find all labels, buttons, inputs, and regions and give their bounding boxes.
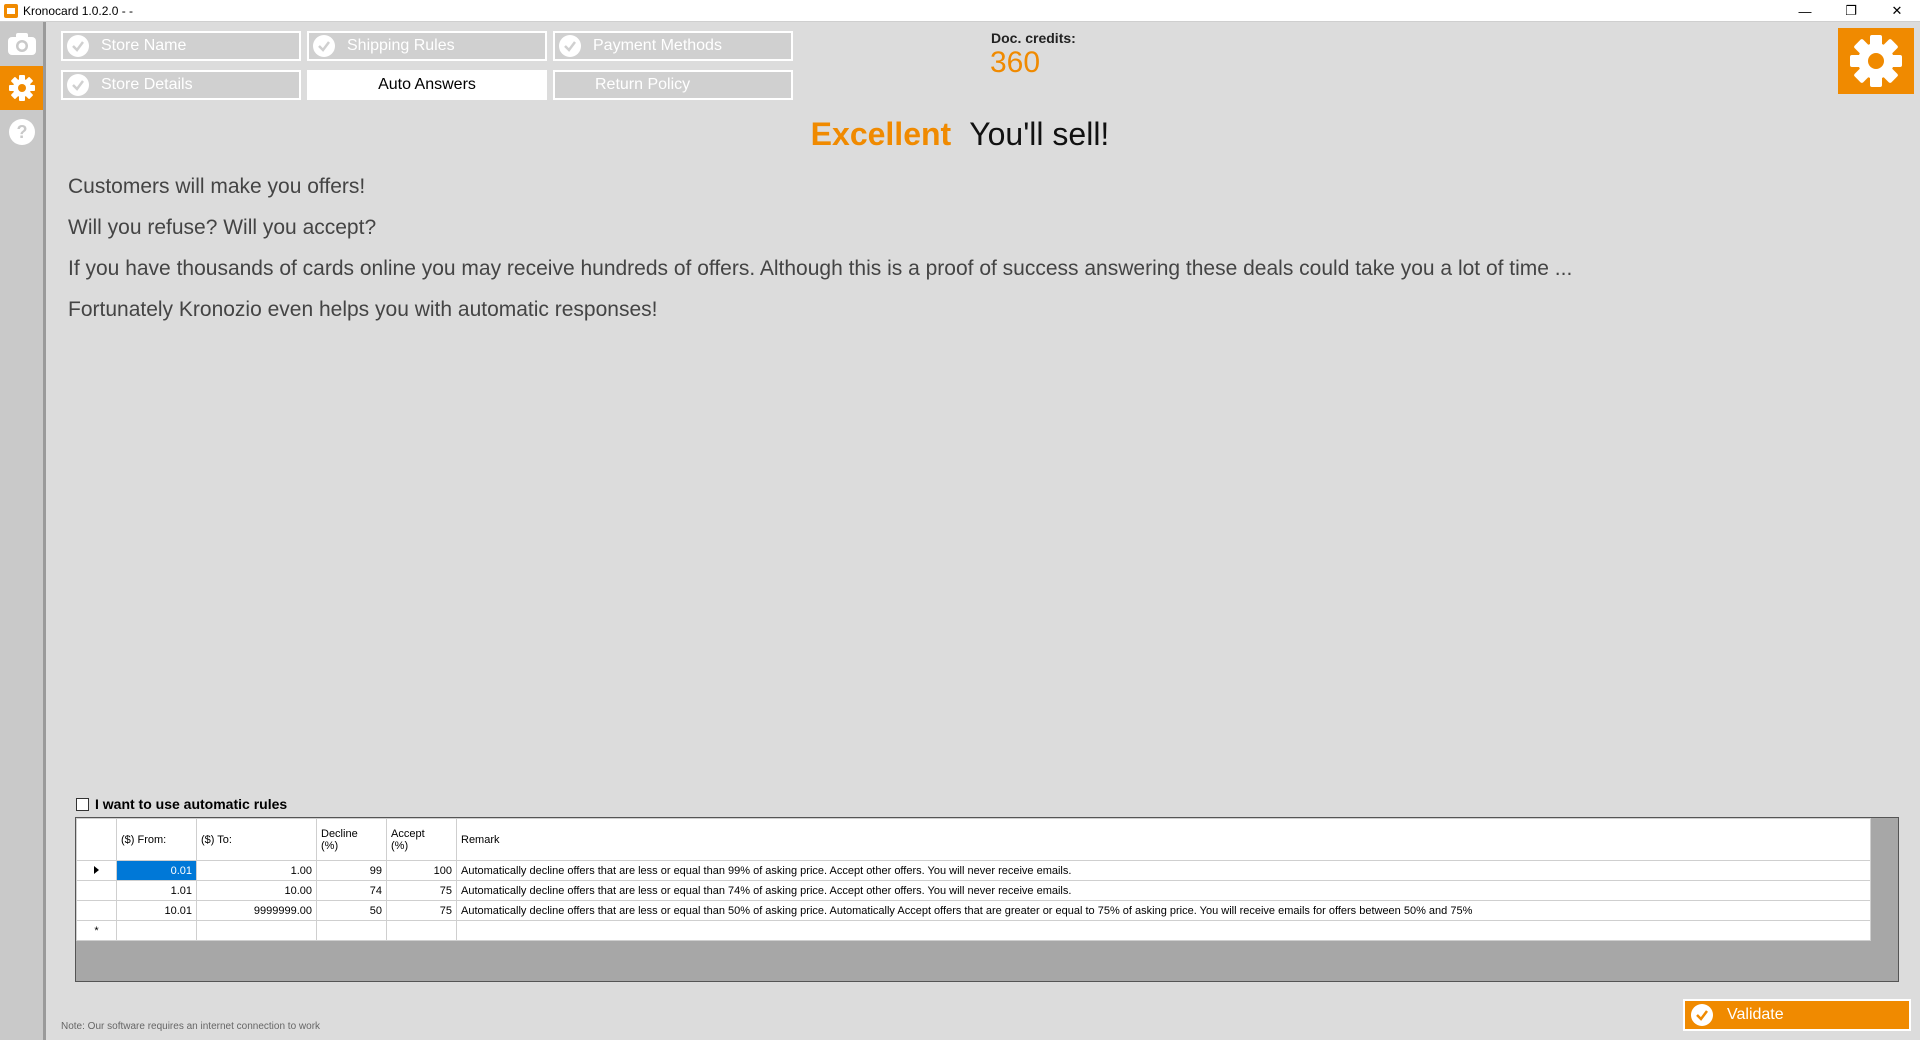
table-row[interactable]: 0.01 1.00 99 100 Automatically decline o… bbox=[76, 860, 1871, 881]
checkbox-box[interactable] bbox=[76, 797, 89, 811]
restore-button[interactable]: ❐ bbox=[1828, 0, 1874, 22]
current-row-icon bbox=[94, 865, 99, 874]
table-row[interactable]: 1.01 10.00 74 75 Automatically decline o… bbox=[76, 880, 1871, 901]
credits-value: 360 bbox=[990, 46, 1041, 79]
tab-label: Payment Methods bbox=[593, 37, 722, 54]
check-circle-icon bbox=[1691, 1004, 1713, 1026]
cell-to[interactable]: 10.00 bbox=[196, 880, 317, 901]
tab-shipping-rules[interactable]: Shipping Rules bbox=[307, 31, 547, 61]
tab-label: Return Policy bbox=[595, 76, 691, 93]
rules-grid[interactable]: ($) From: ($) To: Decline (%) Accept (%)… bbox=[75, 817, 1899, 982]
table-row[interactable]: 10.01 9999999.00 50 75 Automatically dec… bbox=[76, 900, 1871, 921]
cell-decline[interactable]: 50 bbox=[316, 900, 387, 921]
column-header-accept[interactable]: Accept (%) bbox=[386, 818, 457, 861]
tab-label: Store Details bbox=[101, 76, 193, 93]
tab-label: Store Name bbox=[101, 37, 187, 54]
window-controls: — ❐ ✕ bbox=[1782, 0, 1920, 22]
cell-remark[interactable]: Automatically decline offers that are le… bbox=[456, 860, 1871, 881]
sidebar-item-settings[interactable] bbox=[0, 66, 43, 110]
headline-emphasis: Excellent bbox=[810, 116, 952, 152]
intro-paragraph: Customers will make you offers! bbox=[68, 175, 366, 198]
cell-to[interactable] bbox=[196, 920, 317, 941]
column-header-decline[interactable]: Decline (%) bbox=[316, 818, 387, 861]
row-selector[interactable] bbox=[76, 860, 117, 881]
intro-paragraph: Will you refuse? Will you accept? bbox=[68, 216, 377, 239]
cell-decline[interactable]: 74 bbox=[316, 880, 387, 901]
headline-text: You'll sell! bbox=[969, 116, 1110, 152]
tab-auto-answers[interactable]: Auto Answers bbox=[307, 70, 547, 100]
cell-to[interactable]: 1.00 bbox=[196, 860, 317, 881]
credits-label: Doc. credits: bbox=[991, 30, 1076, 46]
header-row: ($) From: ($) To: Decline (%) Accept (%)… bbox=[76, 818, 1871, 861]
gear-icon bbox=[8, 75, 35, 101]
cell-decline[interactable]: 99 bbox=[316, 860, 387, 881]
auto-rules-checkbox[interactable]: I want to use automatic rules bbox=[76, 796, 287, 812]
tab-return-policy[interactable]: Return Policy bbox=[553, 70, 793, 100]
sidebar-item-camera[interactable] bbox=[0, 22, 43, 66]
tab-label: Auto Answers bbox=[378, 76, 476, 93]
cell-accept[interactable] bbox=[386, 920, 457, 941]
minimize-button[interactable]: — bbox=[1782, 0, 1828, 22]
cell-remark[interactable]: Automatically decline offers that are le… bbox=[456, 880, 1871, 901]
rules-table: ($) From: ($) To: Decline (%) Accept (%)… bbox=[76, 818, 1871, 941]
intro-paragraph: If you have thousands of cards online yo… bbox=[68, 257, 1573, 280]
tab-payment-methods[interactable]: Payment Methods bbox=[553, 31, 793, 61]
window-title: Kronocard 1.0.2.0 - - bbox=[23, 3, 134, 18]
cell-remark[interactable] bbox=[456, 920, 1871, 941]
row-selector[interactable] bbox=[76, 900, 117, 921]
tab-store-name[interactable]: Store Name bbox=[61, 31, 301, 61]
tab-store-details[interactable]: Store Details bbox=[61, 70, 301, 100]
cell-accept[interactable]: 75 bbox=[386, 880, 457, 901]
cell-from[interactable]: 1.01 bbox=[116, 880, 197, 901]
cell-from[interactable] bbox=[116, 920, 197, 941]
new-row-marker: * bbox=[76, 920, 117, 941]
cell-from[interactable]: 0.01 bbox=[116, 860, 197, 881]
cell-decline[interactable] bbox=[316, 920, 387, 941]
column-header-remark[interactable]: Remark bbox=[456, 818, 1871, 861]
camera-icon bbox=[7, 33, 36, 55]
validate-button[interactable]: Validate bbox=[1683, 999, 1911, 1031]
intro-paragraph: Fortunately Kronozio even helps you with… bbox=[68, 298, 658, 321]
check-circle-icon bbox=[559, 35, 581, 57]
close-button[interactable]: ✕ bbox=[1874, 0, 1920, 22]
gear-icon bbox=[1850, 35, 1902, 87]
sidebar: ? bbox=[0, 22, 46, 1040]
cell-accept[interactable]: 75 bbox=[386, 900, 457, 921]
settings-button[interactable] bbox=[1838, 28, 1914, 94]
title-bar: Kronocard 1.0.2.0 - - — ❐ ✕ bbox=[0, 0, 1920, 22]
check-circle-icon bbox=[67, 35, 89, 57]
footer-note: Note: Our software requires an internet … bbox=[61, 1021, 321, 1032]
tab-label: Shipping Rules bbox=[347, 37, 455, 54]
column-header-from[interactable]: ($) From: bbox=[116, 818, 197, 861]
cell-remark[interactable]: Automatically decline offers that are le… bbox=[456, 900, 1871, 921]
row-selector[interactable] bbox=[76, 880, 117, 901]
app-logo-icon bbox=[4, 3, 18, 18]
check-circle-icon bbox=[313, 35, 335, 57]
new-row[interactable]: * bbox=[76, 920, 1871, 941]
cell-from[interactable]: 10.01 bbox=[116, 900, 197, 921]
row-header-corner bbox=[76, 818, 117, 861]
auto-rules-label: I want to use automatic rules bbox=[95, 796, 288, 812]
headline: Excellent You'll sell! bbox=[0, 116, 1920, 153]
check-circle-icon bbox=[67, 74, 89, 96]
cell-accept[interactable]: 100 bbox=[386, 860, 457, 881]
validate-label: Validate bbox=[1727, 1006, 1784, 1023]
column-header-to[interactable]: ($) To: bbox=[196, 818, 317, 861]
cell-to[interactable]: 9999999.00 bbox=[196, 900, 317, 921]
